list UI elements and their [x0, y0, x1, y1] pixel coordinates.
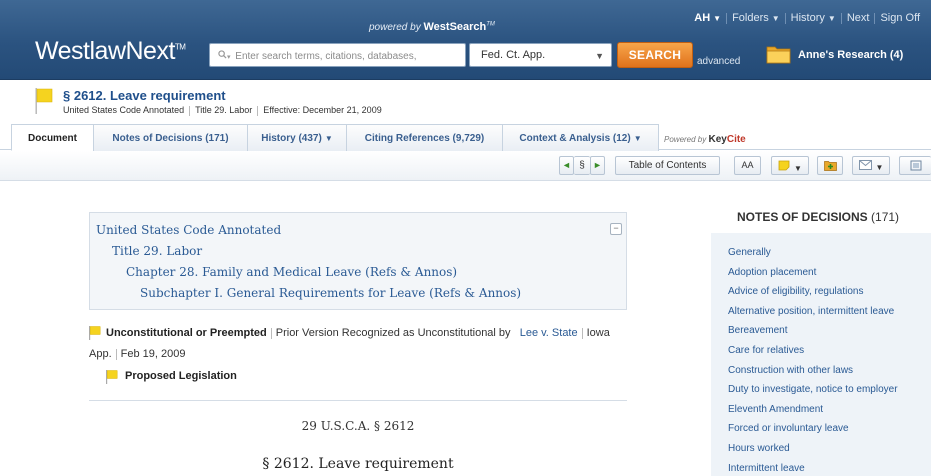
font-size-button[interactable]: AA — [734, 156, 761, 175]
meta-effective: Effective: December 21, 2009 — [263, 105, 382, 115]
tab-notes-of-decisions[interactable]: Notes of Decisions (171) — [93, 124, 248, 151]
note-link[interactable]: Adoption placement — [728, 263, 931, 283]
annotate-button[interactable]: ▼ — [771, 156, 809, 175]
collapse-icon[interactable]: − — [610, 223, 622, 235]
toc-link-title[interactable]: Title 29. Labor — [112, 244, 202, 258]
section-heading: § 2612. Leave requirement — [262, 456, 454, 472]
research-folder-label[interactable]: Anne's Research (4) — [798, 49, 903, 61]
note-link[interactable]: Forced or involuntary leave — [728, 419, 931, 439]
chevron-down-icon: ▼ — [713, 14, 722, 23]
chevron-down-icon: ▼ — [324, 134, 333, 143]
fullscreen-button[interactable] — [899, 156, 931, 175]
notes-of-decisions-heading: NOTES OF DECISIONS (171) — [737, 210, 900, 224]
history-menu[interactable]: History ▼ — [786, 12, 841, 24]
note-link[interactable]: Advice of eligibility, regulations — [728, 282, 931, 302]
search-input[interactable]: ▾ Enter search terms, citations, databas… — [209, 43, 466, 67]
note-link[interactable]: Bereavement — [728, 321, 931, 341]
toc-link-chapter[interactable]: Chapter 28. Family and Medical Leave (Re… — [126, 265, 457, 279]
arrow-right-icon: ► — [593, 160, 602, 170]
email-button[interactable]: ▼ — [852, 156, 890, 175]
status-date: Feb 19, 2009 — [120, 348, 186, 360]
note-link[interactable]: Construction with other laws — [728, 361, 931, 381]
flag-icon — [106, 370, 118, 384]
search-button[interactable]: SEARCH — [617, 42, 693, 68]
note-link[interactable]: Duty to investigate, notice to employer — [728, 380, 931, 400]
folder-add-icon — [823, 161, 837, 174]
expand-icon — [910, 160, 922, 174]
note-link[interactable]: Intermittent leave — [728, 459, 931, 476]
note-link[interactable]: Alternative position, intermittent leave — [728, 302, 931, 322]
document-toolbar: ◄ § ► Table of Contents AA ▼ ▼ — [0, 151, 931, 181]
tab-citing-references[interactable]: Citing References (9,729) — [346, 124, 503, 151]
note-link[interactable]: Hours worked — [728, 439, 931, 459]
chevron-down-icon: ▼ — [771, 14, 780, 23]
document-tabs: Document Notes of Decisions (171) Histor… — [0, 124, 931, 151]
jurisdiction-select[interactable]: Fed. Ct. App. ▼ — [469, 43, 612, 67]
envelope-icon — [858, 160, 872, 173]
chevron-down-icon: ▼ — [595, 51, 604, 61]
add-to-folder-button[interactable] — [817, 156, 843, 175]
folders-menu[interactable]: Folders ▼ — [727, 12, 785, 24]
folder-icon[interactable] — [766, 43, 792, 65]
tab-history[interactable]: History (437) ▼ — [247, 124, 347, 151]
status-text: Prior Version Recognized as Unconstituti… — [275, 327, 511, 339]
divider — [89, 400, 627, 401]
search-icon: ▾ — [218, 50, 233, 62]
document-meta: United States Code Annotated Title 29. La… — [63, 105, 382, 116]
meta-title: Title 29. Labor — [195, 105, 253, 115]
advanced-search-link[interactable]: advanced — [697, 56, 740, 67]
westlawnext-logo[interactable]: WestlawNextTM — [35, 37, 186, 66]
chevron-down-icon: ▼ — [794, 164, 802, 173]
note-link[interactable]: Generally — [728, 243, 931, 263]
previous-section-button[interactable]: ◄ — [559, 156, 574, 175]
chevron-down-icon: ▼ — [827, 14, 836, 23]
arrow-left-icon: ◄ — [562, 160, 571, 170]
document-title: § 2612. Leave requirement — [63, 88, 226, 103]
meta-code: United States Code Annotated — [63, 105, 185, 115]
section-nav-label: § — [574, 156, 590, 175]
chevron-down-icon: ▼ — [633, 134, 642, 143]
search-placeholder: Enter search terms, citations, databases… — [235, 51, 417, 62]
tab-context-analysis[interactable]: Context & Analysis (12) ▼ — [502, 124, 659, 151]
tab-document[interactable]: Document — [11, 124, 94, 151]
toc-hierarchy-box: United States Code Annotated Title 29. L… — [89, 212, 627, 310]
table-of-contents-button[interactable]: Table of Contents — [615, 156, 720, 175]
note-link[interactable]: Eleventh Amendment — [728, 400, 931, 420]
next-link[interactable]: Next — [842, 12, 875, 24]
notes-of-decisions-list: Generally Adoption placement Advice of e… — [711, 233, 931, 476]
statute-citation: 29 U.S.C.A. § 2612 — [301, 419, 415, 433]
chevron-down-icon: ▼ — [875, 163, 884, 172]
flag-icon — [35, 88, 53, 114]
note-icon — [778, 160, 790, 174]
app-header: AH ▼ Folders ▼ History ▼ Next Sign Off powered … — [0, 0, 931, 80]
next-section-button[interactable]: ► — [590, 156, 605, 175]
case-link[interactable]: Lee v. State — [520, 327, 578, 339]
status-label: Unconstitutional or Preempted — [106, 327, 267, 339]
user-menu[interactable]: AH ▼ — [689, 12, 726, 24]
keycite-brand: Powered by KeyCite — [664, 134, 746, 145]
keycite-status: Unconstitutional or Preempted Prior Versi… — [89, 323, 629, 365]
powered-by-westsearch: powered by WestSearchTM — [369, 21, 495, 33]
sign-off-link[interactable]: Sign Off — [875, 12, 925, 24]
toc-link-subchapter[interactable]: Subchapter I. General Requirements for L… — [140, 286, 521, 300]
proposed-legislation-link[interactable]: Proposed Legislation — [125, 370, 237, 382]
toc-link-code[interactable]: United States Code Annotated — [96, 223, 281, 237]
note-link[interactable]: Care for relatives — [728, 341, 931, 361]
top-nav: AH ▼ Folders ▼ History ▼ Next Sign Off — [689, 12, 925, 24]
